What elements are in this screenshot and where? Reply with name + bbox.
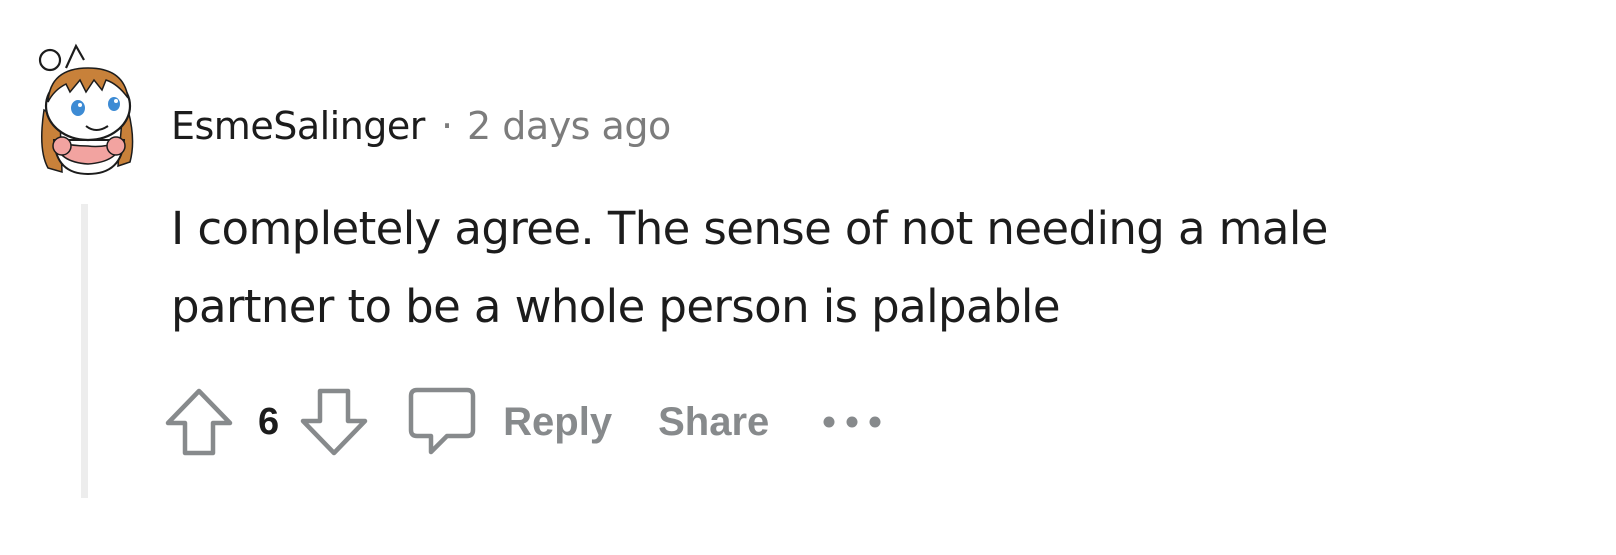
snoo-avatar-icon <box>38 43 134 176</box>
upvote-button[interactable] <box>164 387 234 457</box>
meta-separator: · <box>440 104 454 148</box>
comment: EsmeSalinger · 2 days ago I completely a… <box>0 0 1616 555</box>
more-options-icon <box>823 416 881 428</box>
vote-count: 6 <box>258 400 280 443</box>
comment-actions: 6 Reply Share <box>164 384 883 460</box>
downvote-arrow-icon <box>300 388 368 456</box>
reply-label: Reply <box>503 399 613 444</box>
timestamp[interactable]: 2 days ago <box>467 104 671 148</box>
thread-line[interactable] <box>81 204 88 498</box>
reply-button[interactable]: Reply <box>407 386 616 458</box>
speech-bubble-icon <box>408 387 476 455</box>
user-avatar[interactable] <box>36 40 140 176</box>
comment-meta: EsmeSalinger · 2 days ago <box>171 98 671 154</box>
upvote-arrow-icon <box>165 388 233 456</box>
share-button[interactable]: Share <box>654 400 773 445</box>
comment-body: I completely agree. The sense of not nee… <box>171 202 1328 333</box>
more-options-button[interactable] <box>821 402 883 442</box>
author-name[interactable]: EsmeSalinger <box>171 104 425 148</box>
downvote-button[interactable] <box>299 387 369 457</box>
